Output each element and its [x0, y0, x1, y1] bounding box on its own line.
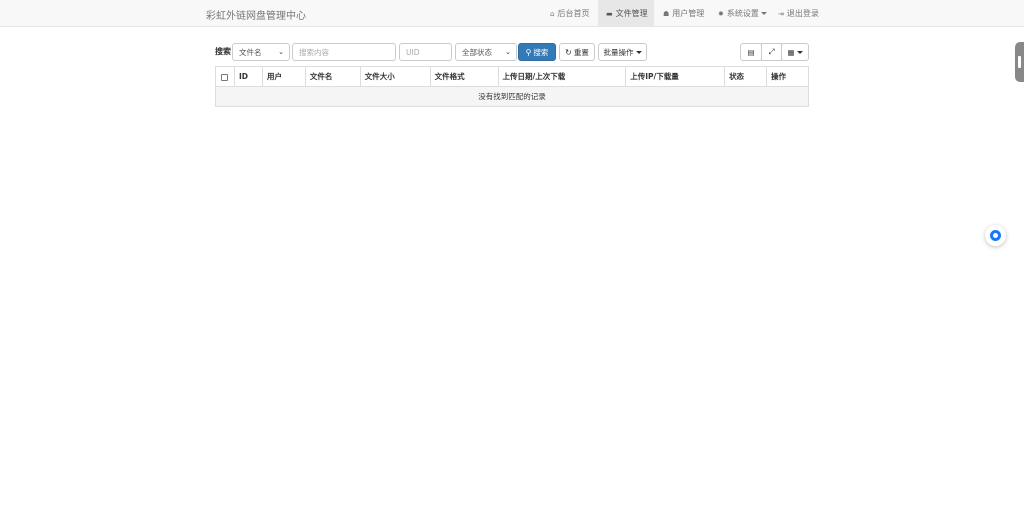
search-icon: ⚲	[525, 47, 532, 57]
status-select-value: 全部状态	[462, 47, 492, 57]
batch-actions-label: 批量操作	[603, 47, 634, 57]
fullscreen-button[interactable]: ⤢	[761, 43, 782, 61]
select-arrow-icon: ⌄	[278, 48, 284, 56]
select-all-cell[interactable]	[215, 66, 235, 87]
nav-item-label: 退出登录	[786, 9, 819, 18]
users-icon: ☗	[663, 9, 670, 18]
uid-input[interactable]: UID	[399, 43, 452, 61]
top-navbar: 彩虹外链网盘管理中心 ⌂ 后台首页 ▬ 文件管理 ☗ 用户管理 ✹ 系统设置 ⇥…	[0, 0, 1024, 27]
search-label: 搜索	[215, 47, 231, 56]
column-header-filesize[interactable]: 文件大小	[359, 66, 431, 87]
sign-out-icon: ⇥	[778, 9, 784, 18]
floating-assistant-button[interactable]	[985, 225, 1006, 246]
column-header-upload-ip[interactable]: 上传IP/下载量	[625, 66, 726, 87]
nav-item-label: 系统设置	[726, 9, 759, 18]
uid-placeholder: UID	[406, 47, 420, 57]
nav-item-label: 文件管理	[615, 9, 648, 18]
assistant-icon	[990, 230, 1001, 241]
files-table: ID 用户 文件名 文件大小 文件格式 上传日期/上次下载 上传IP/下载量 状…	[215, 66, 809, 107]
batch-actions-button[interactable]: 批量操作	[598, 43, 647, 61]
select-all-checkbox[interactable]	[221, 73, 229, 81]
search-field-select[interactable]: 文件名 ⌄	[232, 43, 290, 61]
reset-button-label: 重置	[573, 47, 589, 57]
nav-item-files[interactable]: ▬ 文件管理	[598, 0, 654, 27]
side-panel-handle[interactable]	[1015, 42, 1024, 82]
folder-icon: ▬	[606, 9, 613, 18]
column-header-actions: 操作	[766, 66, 809, 87]
nav-item-logout[interactable]: ⇥ 退出登录	[770, 0, 827, 27]
status-select[interactable]: 全部状态 ⌄	[455, 43, 517, 61]
gear-icon: ✹	[718, 9, 724, 18]
table-header-row: ID 用户 文件名 文件大小 文件格式 上传日期/上次下载 上传IP/下载量 状…	[215, 66, 809, 87]
chevron-down-icon	[760, 12, 767, 15]
keyword-placeholder: 搜索内容	[299, 47, 329, 57]
column-header-upload-date[interactable]: 上传日期/上次下载	[497, 66, 627, 87]
column-header-status[interactable]: 状态	[724, 66, 767, 87]
toggle-view-button[interactable]: ▤	[740, 43, 762, 61]
table-row: 没有找到匹配的记录	[215, 86, 809, 107]
refresh-icon: ↻	[565, 47, 572, 57]
nav-item-label: 用户管理	[672, 9, 705, 18]
search-button-label: 搜索	[533, 47, 549, 57]
nav-item-users[interactable]: ☗ 用户管理	[655, 0, 712, 27]
select-arrow-icon: ⌄	[505, 48, 511, 56]
brand-title[interactable]: 彩虹外链网盘管理中心	[206, 7, 306, 22]
column-header-user[interactable]: 用户	[261, 66, 306, 87]
chevron-down-icon	[796, 50, 803, 54]
reset-button[interactable]: ↻ 重置	[559, 43, 595, 61]
nav-item-dashboard[interactable]: ⌂ 后台首页	[542, 0, 597, 27]
column-header-filename[interactable]: 文件名	[304, 66, 361, 87]
fullscreen-icon: ⤢	[768, 47, 775, 56]
column-header-id[interactable]: ID	[233, 66, 263, 87]
nav-item-settings[interactable]: ✹ 系统设置	[710, 0, 775, 27]
list-view-icon: ▤	[747, 47, 755, 57]
nav-item-label: 后台首页	[557, 9, 590, 18]
home-icon: ⌂	[550, 9, 555, 18]
search-button[interactable]: ⚲ 搜索	[518, 43, 556, 61]
grid-icon: ▦	[787, 47, 795, 57]
columns-button[interactable]: ▦	[781, 43, 809, 61]
keyword-input[interactable]: 搜索内容	[292, 43, 396, 61]
chevron-down-icon	[635, 50, 642, 54]
empty-message: 没有找到匹配的记录	[215, 86, 809, 107]
column-header-filetype[interactable]: 文件格式	[429, 66, 499, 87]
search-field-value: 文件名	[239, 47, 262, 57]
